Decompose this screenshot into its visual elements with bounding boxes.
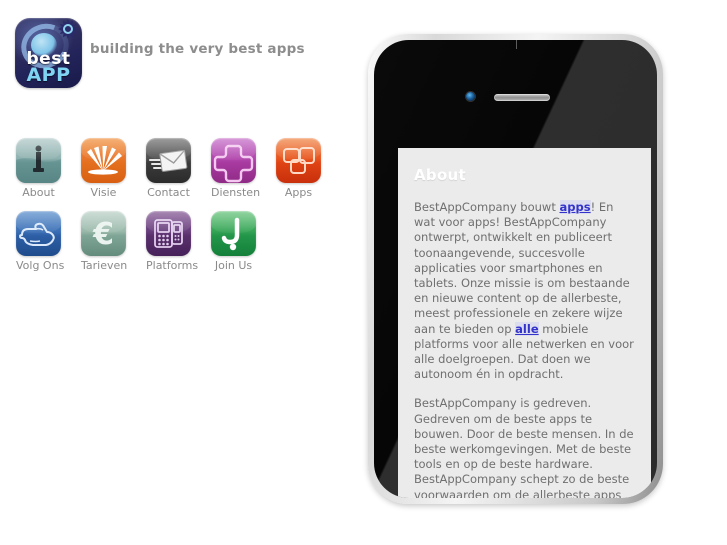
site-header: best APP building the very best apps xyxy=(0,0,360,110)
letter-j-icon[interactable] xyxy=(211,211,256,256)
phone-screen: About BestAppCompany bouwt apps! En wat … xyxy=(398,148,651,498)
envelope-icon[interactable] xyxy=(146,138,191,183)
sunburst-icon[interactable] xyxy=(81,138,126,183)
nav-item-diensten[interactable]: Diensten xyxy=(211,138,261,199)
logo-text-app: APP xyxy=(26,64,71,86)
page-title: About xyxy=(414,166,467,184)
nav-item-tarieven[interactable]: € Tarieven xyxy=(81,211,128,272)
euro-sign-icon[interactable]: € xyxy=(81,211,126,256)
p1-text-1: BestAppCompany bouwt xyxy=(414,200,560,214)
stacked-squares-icon[interactable] xyxy=(276,138,321,183)
nav-item-platforms[interactable]: Platforms xyxy=(146,211,199,272)
icon-row-1: About Visie Contact Diensten Apps xyxy=(16,138,346,199)
site-tagline: building the very best apps xyxy=(90,41,305,57)
nav-item-about[interactable]: About xyxy=(16,138,61,199)
nav-label-join-us: Join Us xyxy=(214,259,253,272)
front-camera-icon xyxy=(466,92,475,101)
nav-item-contact[interactable]: Contact xyxy=(146,138,191,199)
link-apps[interactable]: apps xyxy=(559,200,591,214)
nav-label-volg-ons: Volg Ons xyxy=(16,259,65,272)
phone-antenna-line xyxy=(515,40,517,49)
svg-text:€: € xyxy=(92,217,114,252)
lighthouse-info-icon[interactable] xyxy=(16,138,61,183)
about-paragraph-1: BestAppCompany bouwt apps! En wat voor a… xyxy=(414,200,637,382)
nav-item-volg-ons[interactable]: Volg Ons xyxy=(16,211,65,272)
nav-label-platforms: Platforms xyxy=(146,259,199,272)
logo-star-ring-icon xyxy=(63,24,73,34)
p1-text-2: ! En wat voor apps! BestAppCompany ontwe… xyxy=(414,200,630,336)
plus-cross-icon[interactable] xyxy=(211,138,256,183)
nav-item-visie[interactable]: Visie xyxy=(81,138,126,199)
nav-label-contact: Contact xyxy=(147,186,190,199)
page-root: best APP building the very best apps Abo… xyxy=(0,0,727,545)
phone-body: About BestAppCompany bouwt apps! En wat … xyxy=(374,40,657,498)
about-content: BestAppCompany bouwt apps! En wat voor a… xyxy=(398,184,651,498)
icon-navigation-grid: About Visie Contact Diensten Apps Volg O… xyxy=(16,138,346,284)
nav-label-about: About xyxy=(22,186,55,199)
about-paragraph-2: BestAppCompany is gedreven. Gedreven om … xyxy=(414,396,634,498)
nav-label-tarieven: Tarieven xyxy=(81,259,128,272)
nav-item-join-us[interactable]: Join Us xyxy=(211,211,256,272)
earpiece-speaker-icon xyxy=(494,94,550,101)
bestapp-logo[interactable]: best APP xyxy=(15,18,82,88)
link-alle[interactable]: alle xyxy=(515,321,539,336)
smartphone-mockup: About BestAppCompany bouwt apps! En wat … xyxy=(368,34,663,504)
nav-label-apps: Apps xyxy=(284,186,313,199)
nav-label-visie: Visie xyxy=(90,186,117,199)
mobile-phones-icon[interactable] xyxy=(146,211,191,256)
pointing-hand-icon[interactable] xyxy=(16,211,61,256)
icon-row-2: Volg Ons € Tarieven Platforms Join Us xyxy=(16,211,346,272)
nav-label-diensten: Diensten xyxy=(211,186,261,199)
nav-item-apps[interactable]: Apps xyxy=(276,138,321,199)
